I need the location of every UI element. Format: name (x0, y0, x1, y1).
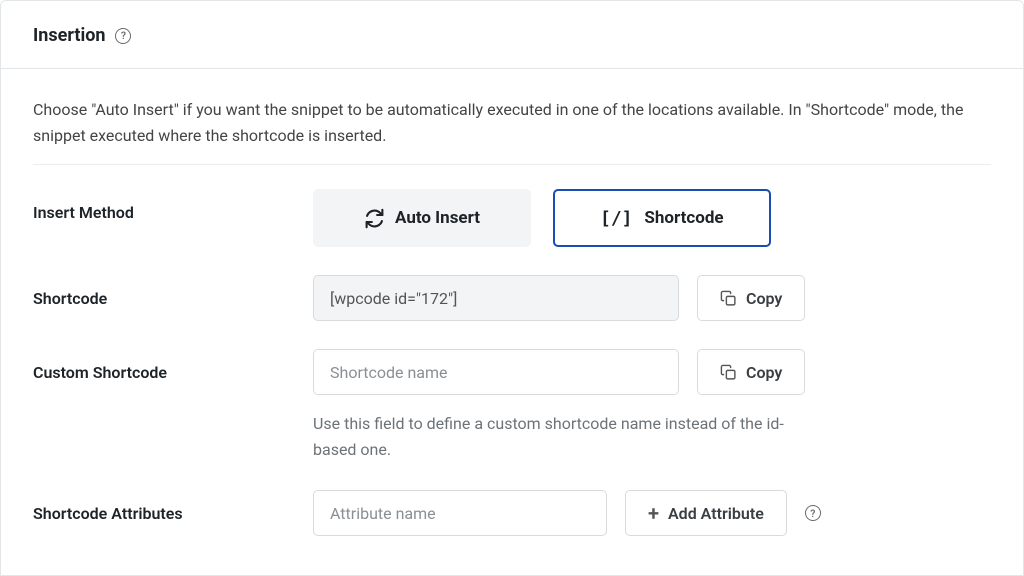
section-title: Insertion (33, 25, 105, 46)
insert-method-toggle: Auto Insert [/] Shortcode (313, 189, 991, 247)
section-description: Choose "Auto Insert" if you want the sni… (33, 97, 991, 148)
shortcode-icon: [/] (600, 208, 634, 228)
attribute-input-row: + Add Attribute ? (313, 490, 991, 536)
help-icon[interactable]: ? (115, 28, 131, 44)
shortcode-option[interactable]: [/] Shortcode (553, 189, 771, 247)
shortcode-readonly-input[interactable] (313, 275, 679, 321)
shortcode-label: Shortcode (33, 275, 313, 308)
add-attribute-label: Add Attribute (668, 504, 764, 523)
auto-insert-option[interactable]: Auto Insert (313, 189, 531, 247)
copy-shortcode-button[interactable]: Copy (697, 275, 805, 321)
svg-text:[/]: [/] (600, 208, 633, 228)
custom-shortcode-hint: Use this field to define a custom shortc… (313, 411, 793, 462)
insert-method-label: Insert Method (33, 189, 313, 222)
custom-shortcode-input-row: Copy (313, 349, 991, 395)
shortcode-field: Copy (313, 275, 991, 321)
copy-icon (720, 290, 737, 307)
copy-icon (720, 364, 737, 381)
shortcode-input-row: Copy (313, 275, 991, 321)
add-attribute-button[interactable]: + Add Attribute (625, 490, 787, 536)
help-icon[interactable]: ? (805, 505, 821, 521)
insertion-panel: Insertion ? Choose "Auto Insert" if you … (0, 0, 1024, 576)
shortcode-attributes-field: + Add Attribute ? (313, 490, 991, 536)
attribute-name-input[interactable] (313, 490, 607, 536)
copy-custom-shortcode-button[interactable]: Copy (697, 349, 805, 395)
shortcode-attributes-label: Shortcode Attributes (33, 490, 313, 523)
copy-custom-shortcode-label: Copy (746, 363, 782, 382)
panel-header: Insertion ? (1, 1, 1023, 69)
copy-shortcode-label: Copy (746, 289, 782, 308)
insert-method-field: Auto Insert [/] Shortcode (313, 189, 991, 247)
custom-shortcode-label: Custom Shortcode (33, 349, 313, 382)
custom-shortcode-input[interactable] (313, 349, 679, 395)
insert-method-row: Insert Method Auto Insert (33, 189, 991, 247)
refresh-icon (364, 208, 385, 229)
divider (33, 164, 991, 165)
auto-insert-label: Auto Insert (395, 208, 480, 228)
shortcode-option-label: Shortcode (644, 208, 723, 228)
custom-shortcode-field: Copy Use this field to define a custom s… (313, 349, 991, 462)
plus-icon: + (648, 503, 659, 523)
shortcode-attributes-row: Shortcode Attributes + Add Attribute ? (33, 490, 991, 536)
panel-body: Choose "Auto Insert" if you want the sni… (1, 69, 1023, 564)
custom-shortcode-row: Custom Shortcode Copy Use this f (33, 349, 991, 462)
shortcode-row: Shortcode Copy (33, 275, 991, 321)
